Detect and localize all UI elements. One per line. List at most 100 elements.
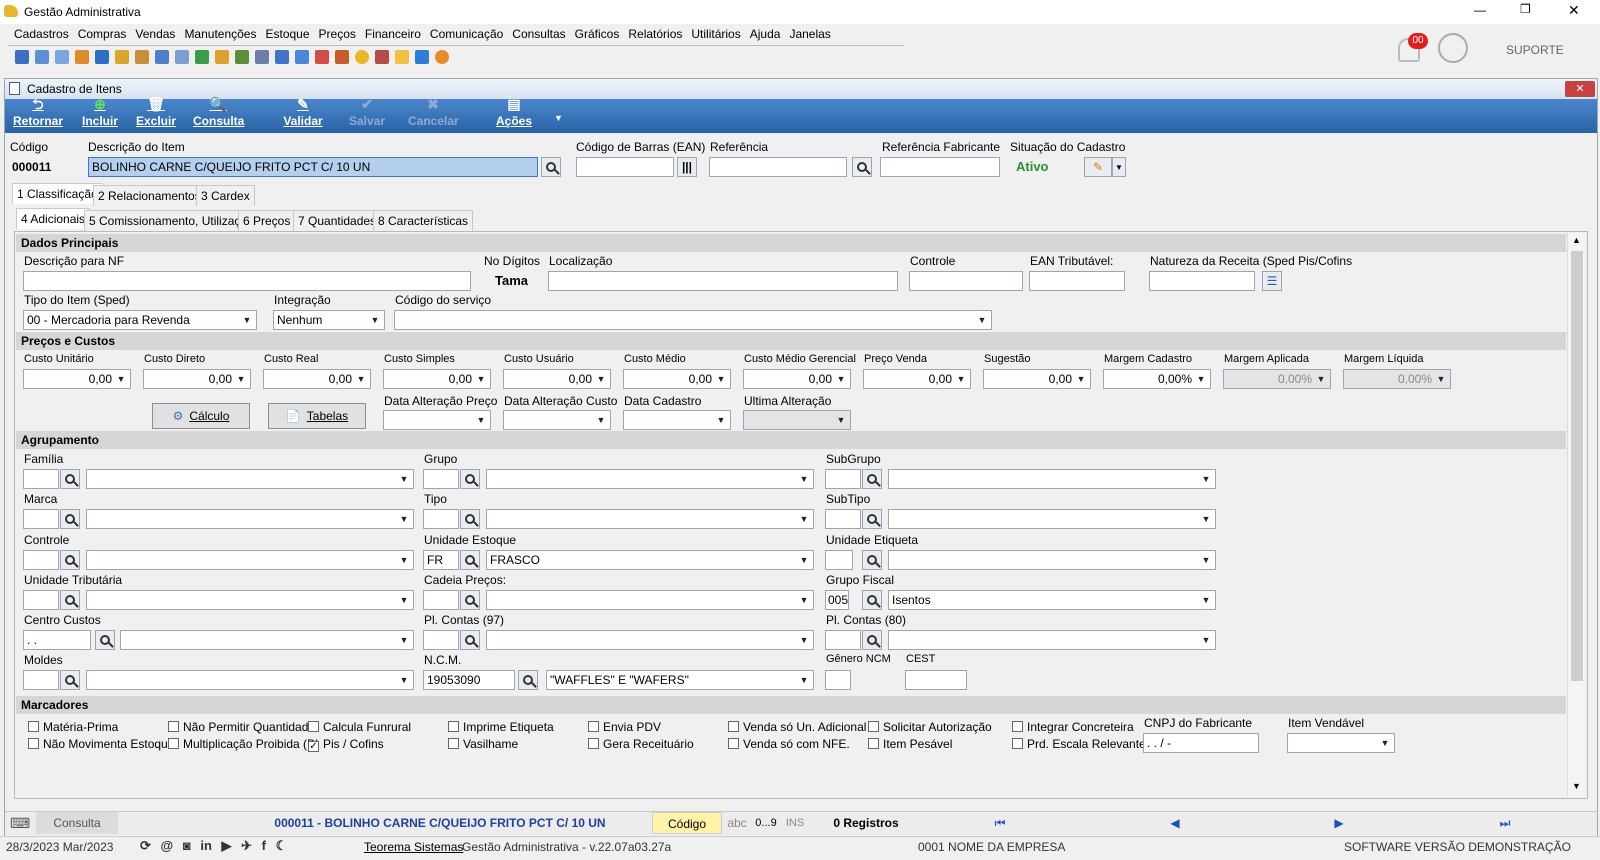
ean-tributavel-input[interactable]	[1029, 271, 1125, 291]
chevron-down-icon[interactable]: ▼	[368, 311, 382, 329]
menu-financeiro[interactable]: Financeiro	[365, 27, 421, 41]
tab-classificacao[interactable]: 1 Classificação	[12, 183, 103, 204]
menu-comunicacao[interactable]: Comunicação	[430, 27, 503, 41]
descricao-input[interactable]: BOLINHO CARNE C/QUEIJO FRITO PCT C/ 10 U…	[88, 157, 538, 177]
quick-icon[interactable]	[75, 49, 89, 64]
pl-contas80-code[interactable]	[825, 630, 861, 650]
quick-icon[interactable]	[255, 49, 269, 64]
subgrupo-code[interactable]	[825, 469, 861, 489]
controle-agrup-select[interactable]: ▼	[86, 550, 414, 570]
quick-icon[interactable]	[215, 49, 229, 64]
checkbox-icon[interactable]	[728, 721, 739, 732]
chevron-down-icon[interactable]: ▼	[1199, 551, 1213, 569]
chevron-down-icon[interactable]: ▼	[397, 591, 411, 609]
codigo-value[interactable]: 000011	[12, 160, 51, 174]
ean-input[interactable]	[576, 157, 674, 177]
menu-cadastros[interactable]: Cadastros	[14, 27, 69, 41]
chevron-down-icon[interactable]: ▼	[797, 631, 811, 649]
chevron-down-icon[interactable]: ▼	[397, 671, 411, 689]
situacao-edit-icon[interactable]: ✎	[1084, 157, 1112, 177]
checkbox-icon[interactable]	[308, 721, 319, 732]
marcador-checkbox[interactable]: Vasilhame	[448, 737, 518, 751]
descricao-search-button[interactable]	[541, 157, 561, 177]
tab-comissionamento[interactable]: 5 Comissionamento, Utilização	[84, 210, 259, 231]
marcador-checkbox[interactable]: Envia PDV	[588, 720, 661, 734]
checkbox-icon[interactable]	[28, 721, 39, 732]
chevron-down-icon[interactable]: ▼	[1434, 370, 1448, 388]
cest-input[interactable]	[905, 670, 967, 690]
tab-relacionamentos[interactable]: 2 Relacionamentos	[93, 185, 206, 206]
menu-consultas[interactable]: Consultas	[512, 27, 565, 41]
controle-search-button[interactable]	[60, 550, 80, 570]
checkbox-icon[interactable]	[28, 738, 39, 749]
price-field-input[interactable]: 0,00 ▼	[983, 369, 1091, 389]
power-icon[interactable]	[435, 49, 449, 64]
un-etiqueta-code[interactable]	[825, 550, 853, 570]
nav-next-button[interactable]: ▶	[1324, 812, 1354, 834]
marcador-checkbox[interactable]: Venda só Un. Adicional	[728, 720, 866, 734]
ref-fabricante-input[interactable]	[880, 157, 1000, 177]
facebook-icon[interactable]: f	[262, 838, 266, 853]
grupo-fiscal-search-button[interactable]	[862, 590, 882, 610]
checkbox-icon[interactable]	[448, 738, 459, 749]
scroll-thumb[interactable]	[1571, 251, 1583, 681]
minimize-button[interactable]: —	[1474, 3, 1486, 17]
cadeia-select[interactable]: ▼	[486, 590, 814, 610]
calculo-button[interactable]: ⚙ Cálculo	[152, 403, 250, 429]
chevron-down-icon[interactable]: ▼	[834, 370, 848, 388]
moldes-code[interactable]	[23, 670, 59, 690]
price-field-input[interactable]: 0,00 ▼	[743, 369, 851, 389]
grupo-fiscal-code[interactable]: 005	[825, 590, 849, 610]
chevron-down-icon[interactable]: ▼	[397, 631, 411, 649]
checkbox-icon[interactable]	[588, 738, 599, 749]
chevron-down-icon[interactable]: ▼	[1199, 470, 1213, 488]
tab-cardex[interactable]: 3 Cardex	[196, 185, 255, 206]
chevron-down-icon[interactable]: ▼	[834, 411, 848, 429]
marcador-checkbox[interactable]: Imprime Etiqueta	[448, 720, 554, 734]
window-close-button[interactable]: ✕	[1565, 81, 1595, 97]
scroll-down-icon[interactable]: ▼	[1572, 781, 1581, 791]
nav-prev-button[interactable]: ◀	[1160, 812, 1190, 834]
marcador-checkbox[interactable]: Solicitar Autorização	[868, 720, 992, 734]
price-field-input[interactable]: 0,00 ▼	[503, 369, 611, 389]
checkbox-icon[interactable]	[448, 721, 459, 732]
chevron-down-icon[interactable]: ▼	[1199, 510, 1213, 528]
price-field-input[interactable]: 0,00 ▼	[863, 369, 971, 389]
checkbox-icon[interactable]	[868, 738, 879, 749]
chevron-down-icon[interactable]: ▼	[714, 370, 728, 388]
chevron-down-icon[interactable]: ▼	[975, 311, 989, 329]
menu-precos[interactable]: Preços	[319, 27, 356, 41]
tipo-item-select[interactable]: 00 - Mercadoria para Revenda ▼	[23, 310, 257, 330]
retornar-button[interactable]: ⮌ Retornar	[12, 96, 64, 128]
price-field-input[interactable]: 0,00 ▼	[383, 369, 491, 389]
dt-alt-custo-input[interactable]: ▼	[503, 410, 611, 430]
menu-ajuda[interactable]: Ajuda	[750, 27, 781, 41]
marcador-checkbox[interactable]: Multiplicação Proibida (PI	[168, 737, 318, 751]
quick-icon[interactable]	[275, 49, 289, 64]
un-etiqueta-select[interactable]: ▼	[888, 550, 1216, 570]
chevron-down-icon[interactable]: ▼	[114, 370, 128, 388]
quick-icon[interactable]	[315, 49, 329, 64]
chevron-down-icon[interactable]: ▼	[594, 370, 608, 388]
marca-code[interactable]	[23, 509, 59, 529]
centro-custos-search-button[interactable]	[95, 630, 115, 650]
cancelar-button[interactable]: ✖ Cancelar	[408, 96, 459, 128]
acoes-dropdown-icon[interactable]: ▼	[554, 113, 563, 123]
chevron-down-icon[interactable]: ▼	[797, 671, 811, 689]
tipo-code[interactable]	[423, 509, 459, 529]
scroll-up-icon[interactable]: ▲	[1572, 235, 1581, 245]
company-link[interactable]: Teorema Sistemas	[364, 840, 463, 854]
pl-contas80-search-button[interactable]	[862, 630, 882, 650]
chevron-down-icon[interactable]: ▼	[1199, 631, 1213, 649]
price-field-input[interactable]: 0,00 ▼	[263, 369, 371, 389]
quick-icon[interactable]	[15, 49, 29, 64]
salvar-button[interactable]: ✔ Salvar	[345, 96, 389, 128]
tipo-search-button[interactable]	[460, 509, 480, 529]
tab-quantidades[interactable]: 7 Quantidades	[293, 210, 382, 231]
cod-servico-select[interactable]: ▼	[394, 310, 992, 330]
linkedin-icon[interactable]: in	[200, 838, 212, 853]
menu-utilitarios[interactable]: Utilitários	[691, 27, 740, 41]
chevron-down-icon[interactable]: ▼	[474, 370, 488, 388]
situacao-dropdown[interactable]: ▼	[1112, 157, 1126, 177]
subtipo-select[interactable]: ▼	[888, 509, 1216, 529]
